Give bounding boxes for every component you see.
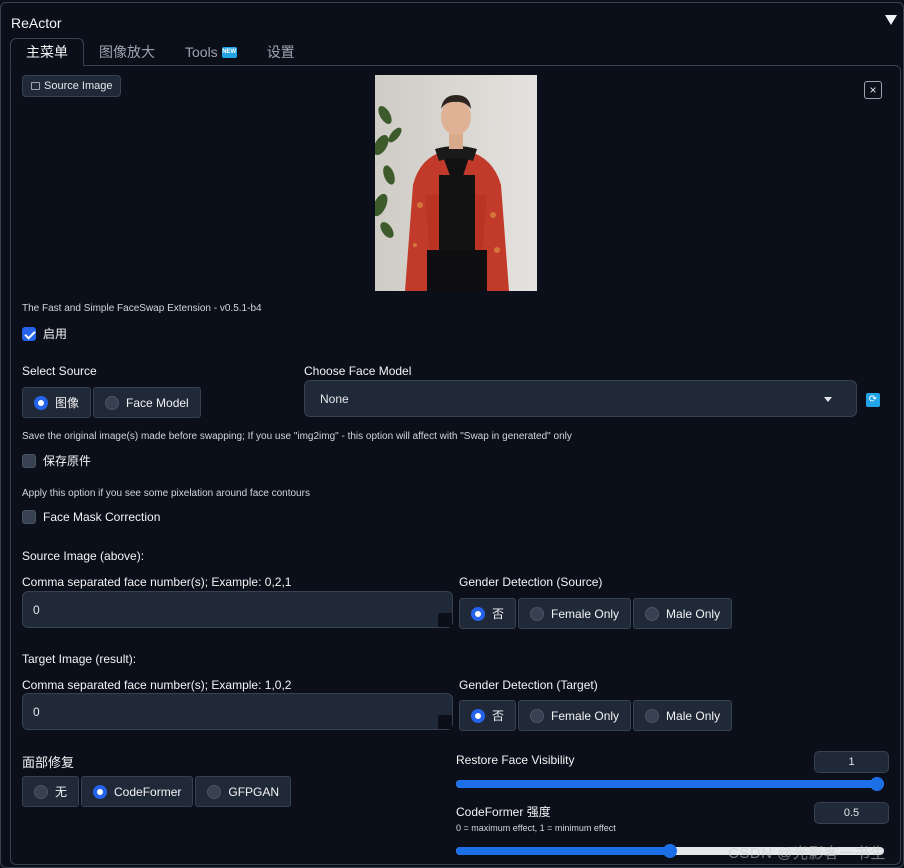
source-gender-option-none[interactable]: 否	[459, 598, 517, 629]
image-icon	[31, 82, 40, 90]
radio-selected	[471, 606, 485, 621]
tab-label: 主菜单	[26, 44, 68, 60]
chevron-down-icon	[824, 397, 832, 402]
source-option-image[interactable]: 图像	[22, 387, 92, 418]
target-gender-option-none[interactable]: 否	[459, 700, 517, 731]
tab-main-menu[interactable]: 主菜单	[10, 38, 84, 66]
source-option-face-model[interactable]: Face Model	[93, 387, 201, 418]
tab-label: Tools	[185, 44, 218, 60]
source-gender-option-male[interactable]: Male Only	[633, 598, 733, 629]
option-label: 无	[55, 785, 68, 799]
source-image-label: Source Image	[22, 75, 122, 97]
select-source-label: Select Source	[22, 364, 97, 378]
option-label: CodeFormer	[114, 784, 182, 799]
slider-thumb[interactable]	[870, 777, 884, 791]
codeformer-weight-hint: 0 = maximum effect, 1 = minimum effect	[456, 823, 616, 833]
option-label: 否	[492, 607, 505, 621]
select-source-radio-group: 图像 Face Model	[22, 387, 201, 418]
restore-visibility-label: Restore Face Visibility	[456, 753, 575, 767]
save-original-row[interactable]: 保存原件	[22, 452, 91, 469]
close-image-button[interactable]: ×	[864, 81, 882, 99]
radio-unselected	[34, 784, 48, 799]
option-label: 图像	[55, 396, 80, 410]
codeformer-weight-number[interactable]: 0.5	[814, 802, 889, 824]
save-original-label: 保存原件	[43, 454, 92, 468]
option-label: Female Only	[551, 606, 620, 621]
mask-correction-label: Face Mask Correction	[43, 510, 161, 524]
tab-label: 图像放大	[99, 44, 155, 60]
radio-unselected	[645, 708, 660, 723]
target-gender-option-male[interactable]: Male Only	[633, 700, 733, 731]
radio-unselected	[207, 784, 222, 799]
restore-face-label: 面部修复	[22, 755, 75, 770]
collapse-triangle-icon[interactable]	[885, 15, 897, 25]
restore-visibility-number[interactable]: 1	[814, 751, 889, 773]
option-label: Face Model	[126, 395, 189, 410]
radio-unselected	[105, 395, 120, 410]
source-faces-value: 0	[33, 603, 40, 617]
slider-thumb[interactable]	[663, 844, 677, 858]
face-model-dropdown[interactable]: None	[304, 380, 857, 417]
radio-unselected	[530, 606, 545, 621]
radio-unselected	[530, 708, 545, 723]
tab-settings[interactable]: 设置	[252, 38, 310, 66]
slider-fill	[456, 780, 877, 788]
target-faces-input[interactable]: 0	[22, 693, 453, 730]
target-gender-radio-group: 否 Female Only Male Only	[459, 700, 733, 731]
enable-checkbox[interactable]	[22, 326, 36, 341]
save-original-checkbox[interactable]	[22, 453, 36, 468]
tab-label: 设置	[266, 44, 295, 60]
source-faces-input[interactable]: 0	[22, 591, 453, 628]
slider-track	[456, 777, 884, 791]
radio-selected	[93, 784, 108, 799]
new-badge: NEW	[221, 46, 237, 58]
refresh-icon[interactable]: ⟳	[866, 393, 880, 407]
save-original-hint: Save the original image(s) made before s…	[22, 431, 572, 442]
source-faces-label: Comma separated face number(s); Example:…	[22, 575, 292, 589]
enable-label: 启用	[43, 327, 68, 341]
resize-handle[interactable]	[438, 613, 452, 627]
target-gender-option-female[interactable]: Female Only	[518, 700, 632, 731]
radio-unselected	[645, 606, 660, 621]
restore-option-codeformer[interactable]: CodeFormer	[81, 776, 194, 807]
version-text: The Fast and Simple FaceSwap Extension -…	[22, 303, 262, 314]
target-section-heading: Target Image (result):	[22, 652, 137, 666]
codeformer-weight-label: CodeFormer 强度	[456, 805, 551, 819]
source-image-label-text: Source Image	[44, 79, 113, 92]
tab-tools[interactable]: Tools NEW	[170, 38, 252, 66]
option-label: Female Only	[551, 708, 620, 723]
enable-row[interactable]: 启用	[22, 325, 67, 342]
radio-selected	[471, 708, 485, 723]
face-model-label: Choose Face Model	[304, 364, 412, 378]
radio-selected	[34, 395, 48, 410]
source-image-preview[interactable]	[375, 75, 537, 291]
tab-upscale[interactable]: 图像放大	[84, 38, 170, 66]
source-gender-option-female[interactable]: Female Only	[518, 598, 632, 629]
target-faces-label: Comma separated face number(s); Example:…	[22, 678, 292, 692]
resize-handle[interactable]	[438, 715, 452, 729]
slider-fill	[456, 847, 670, 855]
option-label: Male Only	[666, 606, 721, 621]
option-label: GFPGAN	[228, 784, 280, 799]
mask-correction-row[interactable]: Face Mask Correction	[22, 510, 160, 524]
target-faces-value: 0	[33, 705, 40, 719]
restore-visibility-slider[interactable]	[456, 777, 884, 791]
mask-correction-checkbox[interactable]	[22, 510, 36, 524]
option-label: 否	[492, 709, 505, 723]
source-gender-label: Gender Detection (Source)	[459, 575, 603, 589]
panel-title: ReActor	[11, 15, 62, 31]
restore-option-gfpgan[interactable]: GFPGAN	[195, 776, 292, 807]
restore-option-none[interactable]: 无	[22, 776, 80, 807]
source-gender-radio-group: 否 Female Only Male Only	[459, 598, 733, 629]
restore-face-radio-group: 无 CodeFormer GFPGAN	[22, 776, 292, 807]
mask-correction-hint: Apply this option if you see some pixela…	[22, 488, 310, 499]
face-model-value: None	[320, 392, 349, 406]
source-section-heading: Source Image (above):	[22, 549, 145, 563]
tab-bar: 主菜单 图像放大 Tools NEW 设置	[10, 38, 310, 66]
portrait-photo	[375, 75, 537, 291]
option-label: Male Only	[666, 708, 721, 723]
target-gender-label: Gender Detection (Target)	[459, 678, 598, 692]
watermark: CSDN @光影客一书生	[728, 845, 886, 862]
